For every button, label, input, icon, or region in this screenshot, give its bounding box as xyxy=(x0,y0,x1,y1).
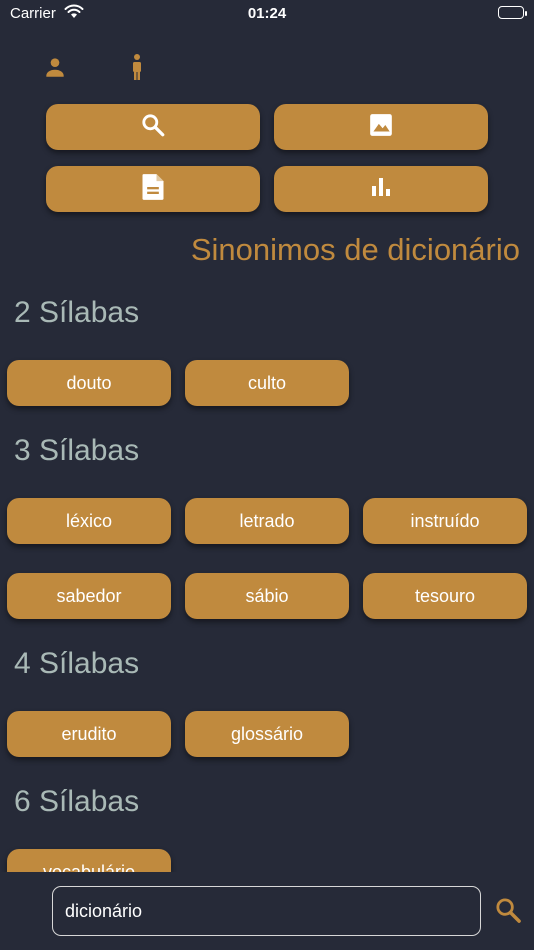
document-icon xyxy=(141,173,165,206)
search-input[interactable] xyxy=(52,886,481,936)
section-heading: 2 Sílabas xyxy=(14,296,140,329)
word-chip[interactable]: glossário xyxy=(185,711,349,757)
word-chip[interactable]: culto xyxy=(185,360,349,406)
search-icon xyxy=(494,896,522,929)
word-chip[interactable]: vocabulário xyxy=(7,849,171,872)
section-heading: 3 Sílabas xyxy=(14,434,140,467)
content-scroll[interactable]: Sinonimos de dicionário 2 Sílabas douto … xyxy=(0,0,534,872)
image-button[interactable] xyxy=(274,104,488,150)
word-chip[interactable]: sábio xyxy=(185,573,349,619)
word-chip[interactable]: sabedor xyxy=(7,573,171,619)
page-title: Sinonimos de dicionário xyxy=(190,232,520,267)
accessibility-icon[interactable] xyxy=(122,52,152,82)
person-icon[interactable] xyxy=(40,52,70,82)
bar-chart-icon xyxy=(369,175,393,204)
word-chip[interactable]: léxico xyxy=(7,498,171,544)
word-chip[interactable]: douto xyxy=(7,360,171,406)
image-icon xyxy=(368,112,394,143)
search-button[interactable] xyxy=(46,104,260,150)
section-heading: 4 Sílabas xyxy=(14,647,140,680)
screen: Carrier 01:24 Sinonimos de dicionário 2 … xyxy=(0,0,534,950)
search-submit-button[interactable] xyxy=(492,896,524,928)
word-chip[interactable]: tesouro xyxy=(363,573,527,619)
statistics-button[interactable] xyxy=(274,166,488,212)
word-chip[interactable]: letrado xyxy=(185,498,349,544)
search-icon xyxy=(140,112,166,143)
word-chip[interactable]: erudito xyxy=(7,711,171,757)
word-chip[interactable]: instruído xyxy=(363,498,527,544)
document-button[interactable] xyxy=(46,166,260,212)
section-heading: 6 Sílabas xyxy=(14,785,140,818)
